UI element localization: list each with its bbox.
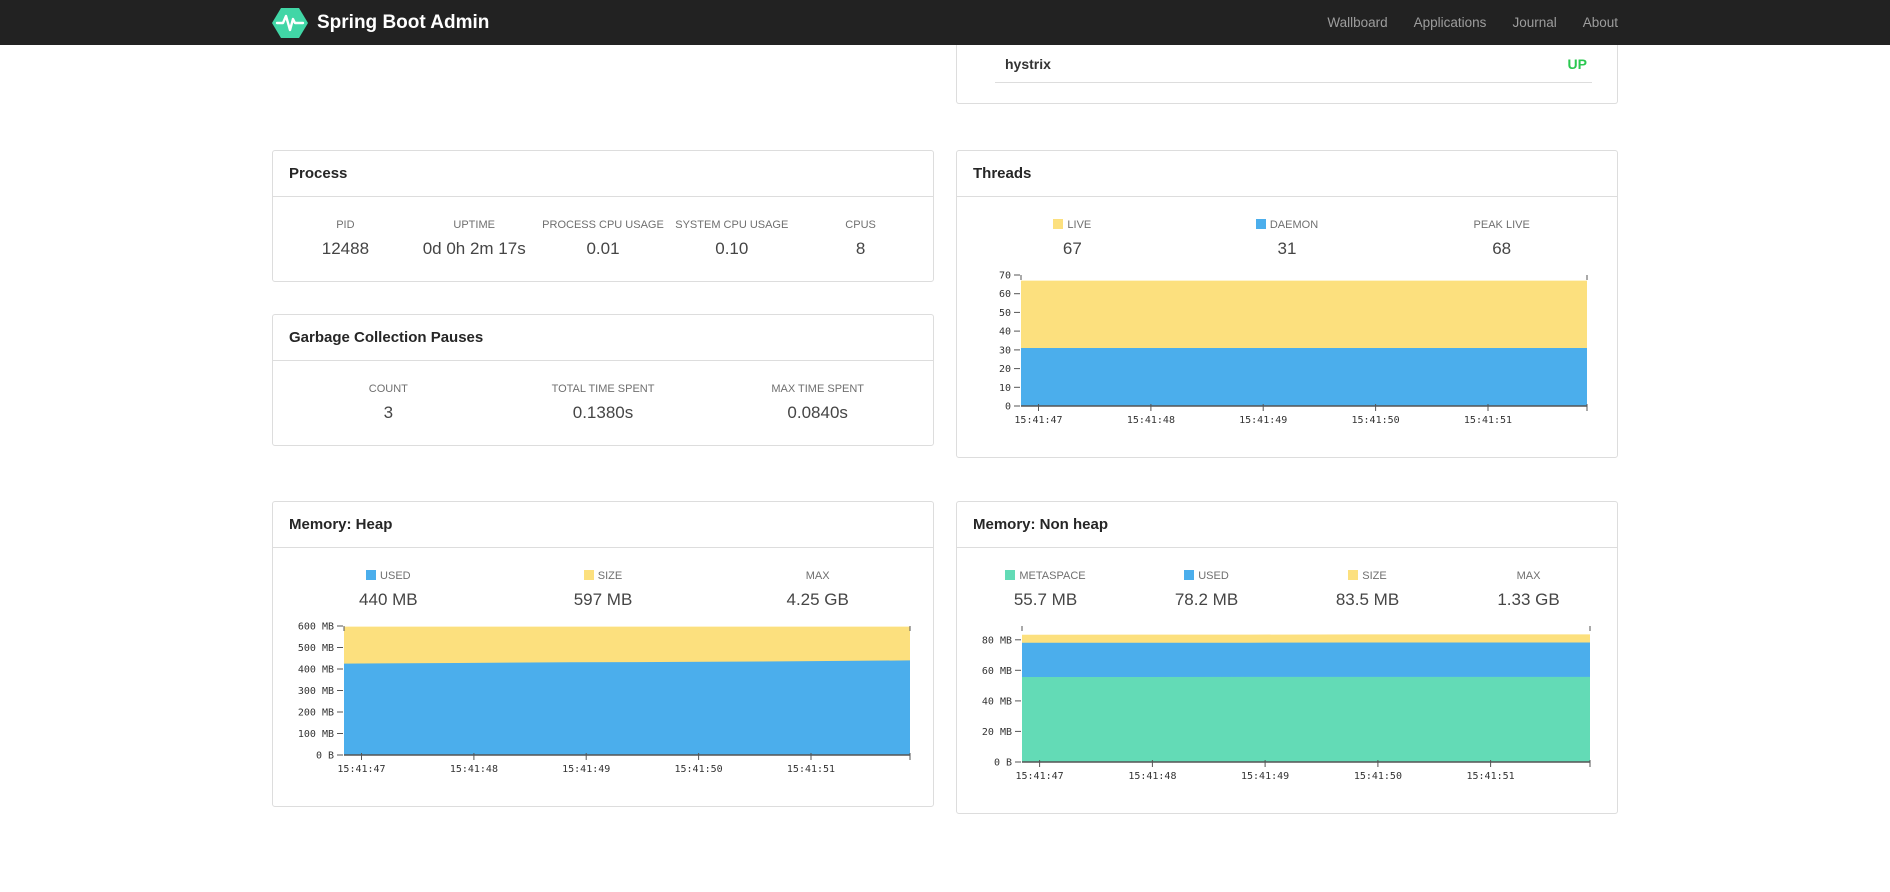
nav-item-wallboard[interactable]: Wallboard — [1327, 15, 1387, 30]
stat-max: MAX 1.33 GB — [1497, 570, 1560, 609]
process-stats: PID 12488 UPTIME 0d 0h 2m 17s PROCESS CPU US… — [281, 219, 925, 259]
memory-heap-card-title: Memory: Heap — [273, 502, 933, 548]
stat-max: MAX 4.25 GB — [786, 570, 849, 609]
legend-swatch — [1348, 570, 1359, 580]
svg-text:15:41:49: 15:41:49 — [1241, 771, 1289, 782]
svg-text:0 B: 0 B — [994, 758, 1012, 769]
stat-peak-live: PEAK LIVE 68 — [1473, 219, 1530, 258]
application-status-card: hystrix UP — [956, 45, 1618, 104]
legend-swatch — [1255, 219, 1266, 229]
svg-text:200 MB: 200 MB — [298, 708, 334, 719]
navbar-links: Wallboard Applications Journal About — [1327, 15, 1618, 30]
divider — [995, 82, 1592, 83]
svg-text:15:41:51: 15:41:51 — [787, 764, 835, 775]
gc-stats: COUNT 3 TOTAL TIME SPENT 0.1380s MAX TIME SP… — [281, 383, 925, 423]
stat-uptime: UPTIME 0d 0h 2m 17s — [422, 219, 526, 258]
main-content: hystrix UP Process PID 12488 UPTIME 0d 0h 2… — [272, 45, 1618, 814]
threads-chart: 0 10 20 30 40 50 60 70 15:41:47 15:41:48 15:41:49 1… — [999, 271, 1588, 426]
threads-stats: LIVE 67 DAEMON 31 PEAK LIVE 68 — [965, 219, 1609, 259]
svg-text:15:41:49: 15:41:49 — [1239, 415, 1287, 426]
stat-used: USED 78.2 MB — [1174, 570, 1239, 609]
nav-item-applications[interactable]: Applications — [1414, 15, 1487, 30]
svg-text:15:41:47: 15:41:47 — [337, 764, 385, 775]
memory-heap-card: Memory: Heap USED 440 MB SIZE 597 MB MAX 4.25… — [272, 501, 934, 807]
process-card: Process PID 12488 UPTIME 0d 0h 2m 17s PROCES… — [272, 150, 934, 282]
svg-text:20 MB: 20 MB — [982, 727, 1012, 738]
gc-card-title: Garbage Collection Pauses — [273, 315, 933, 361]
stat-system-cpu-usage: SYSTEM CPU USAGE 0.10 — [675, 219, 789, 258]
status-row: hystrix UP — [272, 45, 1618, 104]
memory-heap-stats: USED 440 MB SIZE 597 MB MAX 4.25 GB — [281, 570, 925, 610]
svg-text:60: 60 — [999, 289, 1011, 300]
svg-text:70: 70 — [999, 271, 1011, 282]
svg-text:20: 20 — [999, 364, 1011, 375]
svg-text:30: 30 — [999, 345, 1011, 356]
application-row[interactable]: hystrix UP — [957, 45, 1617, 82]
memory-heap-chart: 0 B 100 MB 200 MB 300 MB 400 MB 500 MB 600 MB 1… — [298, 622, 911, 775]
stat-used: USED 440 MB — [359, 570, 418, 609]
process-card-title: Process — [273, 151, 933, 197]
stat-cpus: CPUS 8 — [845, 219, 876, 258]
brand-logo-icon — [272, 7, 308, 38]
left-column: Process PID 12488 UPTIME 0d 0h 2m 17s PROCES… — [272, 150, 934, 458]
stat-size: SIZE 597 MB — [573, 570, 633, 609]
stat-metaspace: METASPACE 55.7 MB — [965, 570, 1126, 610]
memory-nonheap-stats: METASPACE 55.7 MB USED 78.2 MB SIZE 83.5 MB MA… — [965, 570, 1609, 610]
right-column: Threads LIVE 67 DAEMON 31 PEAK LIVE 68 0 10 20 3… — [956, 150, 1618, 458]
stat-total-time-spent: TOTAL TIME SPENT 0.1380s — [551, 383, 655, 422]
svg-text:15:41:47: 15:41:47 — [1014, 415, 1062, 426]
legend-swatch — [583, 570, 594, 580]
svg-text:400 MB: 400 MB — [298, 665, 334, 676]
stat-pid: PID 12488 — [321, 219, 370, 258]
svg-text:0 B: 0 B — [316, 751, 334, 762]
brand-title: Spring Boot Admin — [317, 11, 490, 33]
threads-card: Threads LIVE 67 DAEMON 31 PEAK LIVE 68 0 10 20 3… — [956, 150, 1618, 458]
svg-text:50: 50 — [999, 308, 1011, 319]
brand[interactable]: Spring Boot Admin — [272, 7, 489, 39]
svg-text:40: 40 — [999, 327, 1011, 338]
svg-text:15:41:50: 15:41:50 — [675, 764, 723, 775]
svg-text:15:41:49: 15:41:49 — [562, 764, 610, 775]
svg-text:15:41:51: 15:41:51 — [1467, 771, 1515, 782]
application-status-badge: UP — [1567, 56, 1587, 72]
svg-text:600 MB: 600 MB — [298, 622, 334, 633]
application-name[interactable]: hystrix — [1005, 56, 1051, 72]
svg-text:60 MB: 60 MB — [982, 666, 1012, 677]
stat-size: SIZE 83.5 MB — [1335, 570, 1400, 609]
stat-daemon: DAEMON 31 — [1180, 219, 1395, 259]
svg-text:15:41:51: 15:41:51 — [1464, 415, 1512, 426]
threads-card-title: Threads — [957, 151, 1617, 197]
stat-max-time-spent: MAX TIME SPENT 0.0840s — [771, 383, 865, 422]
svg-text:15:41:48: 15:41:48 — [450, 764, 498, 775]
top-navbar: Spring Boot Admin Wallboard Applications J… — [0, 0, 1890, 45]
stat-count: COUNT 3 — [368, 383, 408, 422]
svg-text:15:41:48: 15:41:48 — [1127, 415, 1175, 426]
nav-item-journal[interactable]: Journal — [1512, 15, 1556, 30]
legend-swatch — [1184, 570, 1195, 580]
svg-text:0: 0 — [1005, 402, 1011, 413]
stat-live: LIVE 67 — [965, 219, 1180, 259]
svg-text:100 MB: 100 MB — [298, 729, 334, 740]
legend-swatch — [1005, 570, 1016, 580]
svg-text:80 MB: 80 MB — [982, 635, 1012, 646]
svg-text:300 MB: 300 MB — [298, 686, 334, 697]
svg-text:15:41:50: 15:41:50 — [1354, 771, 1402, 782]
legend-swatch — [366, 570, 377, 580]
nav-item-about[interactable]: About — [1583, 15, 1618, 30]
legend-swatch — [1053, 219, 1064, 229]
svg-text:15:41:48: 15:41:48 — [1128, 771, 1176, 782]
svg-text:15:41:47: 15:41:47 — [1016, 771, 1064, 782]
gc-card: Garbage Collection Pauses COUNT 3 TOTAL TI… — [272, 314, 934, 446]
svg-text:500 MB: 500 MB — [298, 643, 334, 654]
svg-text:40 MB: 40 MB — [982, 696, 1012, 707]
svg-text:10: 10 — [999, 383, 1011, 394]
memory-nonheap-chart: 0 B 20 MB 40 MB 60 MB 80 MB 15:41:47 15:41:48 1… — [982, 626, 1591, 782]
memory-nonheap-card: Memory: Non heap METASPACE 55.7 MB USED 78.… — [956, 501, 1618, 814]
svg-text:15:41:50: 15:41:50 — [1352, 415, 1400, 426]
stat-process-cpu-usage: PROCESS CPU USAGE 0.01 — [542, 219, 664, 258]
memory-nonheap-card-title: Memory: Non heap — [957, 502, 1617, 548]
